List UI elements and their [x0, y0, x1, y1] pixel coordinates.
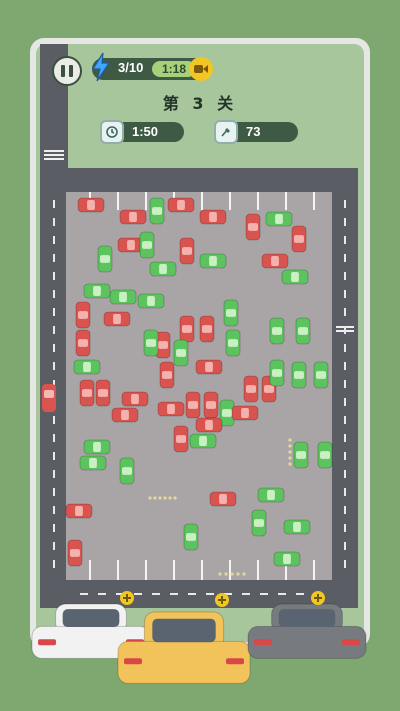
car-red[interactable]	[261, 253, 289, 269]
car-green[interactable]	[83, 439, 111, 455]
car-green[interactable]	[257, 487, 285, 503]
car-red[interactable]	[243, 375, 259, 403]
car-green[interactable]	[269, 317, 285, 345]
car-red[interactable]	[75, 301, 91, 329]
car-red[interactable]	[121, 391, 149, 407]
waiting-cars	[31, 603, 367, 684]
car-red[interactable]	[173, 425, 189, 453]
car-green[interactable]	[79, 455, 107, 471]
car-green[interactable]	[251, 509, 267, 537]
car-red[interactable]	[185, 391, 201, 419]
car-red[interactable]	[119, 209, 147, 225]
car-green[interactable]	[293, 441, 309, 469]
car-red[interactable]	[103, 311, 131, 327]
car-red[interactable]	[291, 225, 307, 253]
car-green[interactable]	[225, 329, 241, 357]
time-value: 1:50	[132, 124, 159, 139]
moves-value: 73	[246, 124, 261, 139]
car-red[interactable]	[231, 405, 259, 421]
car-red[interactable]	[77, 197, 105, 213]
car-green[interactable]	[273, 551, 301, 567]
car-red[interactable]	[195, 417, 223, 433]
car-red[interactable]	[111, 407, 139, 423]
car-green[interactable]	[295, 317, 311, 345]
car-red[interactable]	[195, 359, 223, 375]
car-green[interactable]	[269, 359, 285, 387]
clock-icon	[100, 120, 124, 144]
game-screen: { "energy": { "count": "3/10", "timer": …	[0, 0, 400, 711]
car-green[interactable]	[73, 359, 101, 375]
car-green[interactable]	[317, 441, 333, 469]
car-green[interactable]	[173, 339, 189, 367]
car-green[interactable]	[283, 519, 311, 535]
car-green[interactable]	[139, 231, 155, 259]
car-red[interactable]	[95, 379, 111, 407]
car-red[interactable]	[67, 539, 83, 567]
car-red[interactable]	[203, 391, 219, 419]
road-top	[40, 168, 358, 192]
lightning-icon	[91, 52, 111, 82]
broom-icon	[214, 120, 238, 144]
pause-button[interactable]	[52, 56, 82, 86]
car-green[interactable]	[281, 269, 309, 285]
car-green[interactable]	[83, 283, 111, 299]
car-red[interactable]	[157, 401, 185, 417]
moves-remaining: 73	[214, 120, 298, 144]
car-green[interactable]	[199, 253, 227, 269]
car-green[interactable]	[149, 197, 165, 225]
car-on-road[interactable]	[42, 384, 56, 412]
car-red[interactable]	[75, 329, 91, 357]
car-green[interactable]	[137, 293, 165, 309]
video-icon[interactable]	[189, 57, 213, 81]
car-red[interactable]	[179, 315, 195, 343]
car-red[interactable]	[209, 491, 237, 507]
time-remaining: 1:50	[100, 120, 184, 144]
car-red[interactable]	[79, 379, 95, 407]
energy-count: 3/10	[118, 60, 144, 75]
car-red[interactable]	[65, 503, 93, 519]
car-green[interactable]	[149, 261, 177, 277]
car-red[interactable]	[167, 197, 195, 213]
car-red[interactable]	[179, 237, 195, 265]
level-title: 第 3 关	[162, 94, 238, 113]
car-red[interactable]	[199, 315, 215, 343]
car-red[interactable]	[199, 209, 227, 225]
car-green[interactable]	[143, 329, 159, 357]
car-green[interactable]	[119, 457, 135, 485]
car-red[interactable]	[245, 213, 261, 241]
car-green[interactable]	[291, 361, 307, 389]
car-green[interactable]	[109, 289, 137, 305]
car-green[interactable]	[223, 299, 239, 327]
car-red[interactable]	[159, 361, 175, 389]
car-green[interactable]	[313, 361, 329, 389]
car-green[interactable]	[97, 245, 113, 273]
car-green[interactable]	[265, 211, 293, 227]
car-green[interactable]	[183, 523, 199, 551]
car-green[interactable]	[189, 433, 217, 449]
